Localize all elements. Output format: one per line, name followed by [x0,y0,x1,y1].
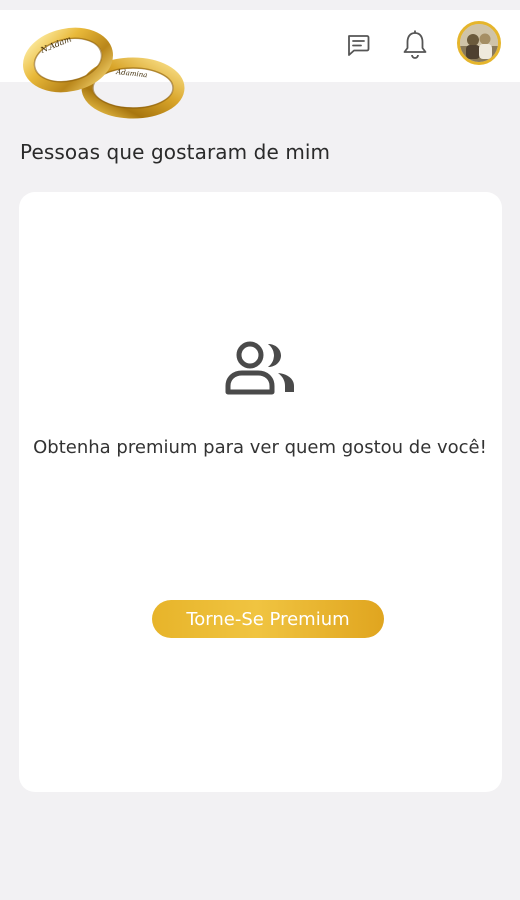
bell-icon [403,30,427,59]
notifications-button[interactable] [398,28,432,62]
become-premium-button[interactable]: Torne-Se Premium [152,600,384,638]
status-strip [0,0,520,10]
people-icon [225,341,294,395]
svg-text:Adamina: Adamina [115,68,148,79]
user-avatar[interactable] [457,21,501,65]
messages-button[interactable] [341,28,375,62]
premium-message: Obtenha premium para ver quem gostou de … [33,437,487,458]
premium-card [19,192,502,792]
avatar-photo [460,24,498,62]
chat-icon [348,35,370,56]
page-title: Pessoas que gostaram de mim [20,140,331,164]
wedding-rings-logo: N.Adam Adamina [23,27,185,119]
